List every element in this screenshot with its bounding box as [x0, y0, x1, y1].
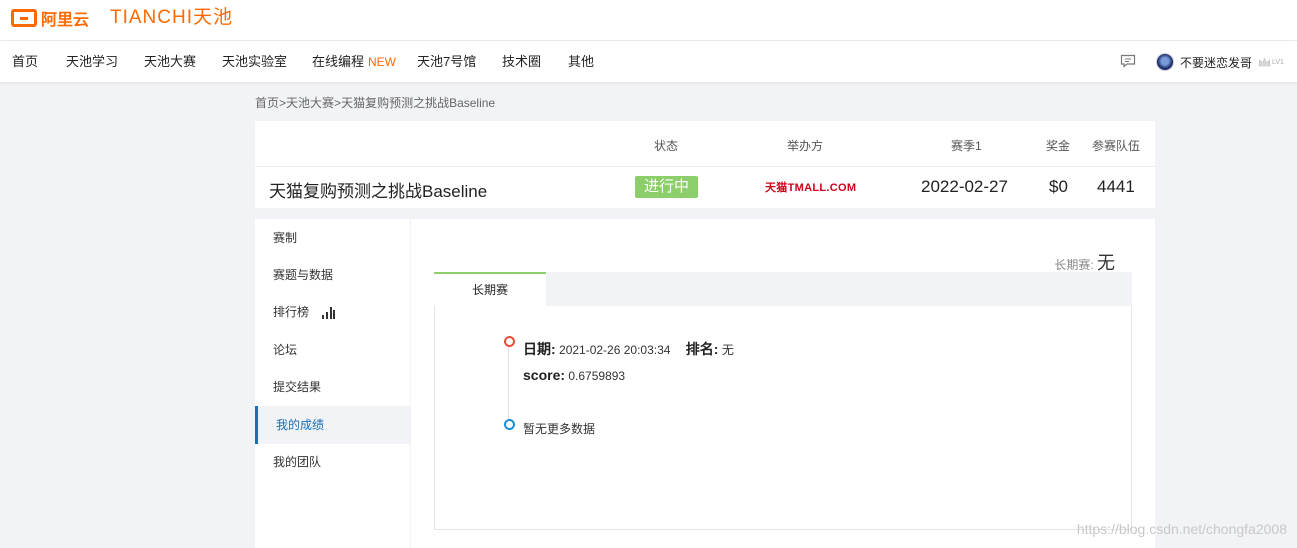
watermark: https://blog.csdn.net/chongfa2008 — [1076, 521, 1287, 537]
nav-item-learning[interactable]: 天池学习 — [66, 41, 118, 82]
sidebar-item-data[interactable]: 赛题与数据 — [255, 256, 410, 294]
crown-icon — [1258, 57, 1271, 67]
header-organizer: 举办方 — [787, 139, 824, 153]
long-term-label: 长期赛: — [1054, 258, 1094, 272]
prize-value: $0 — [1049, 177, 1068, 196]
long-term-value: 无 — [1097, 253, 1115, 273]
timeline-line — [508, 341, 509, 424]
status-badge: 进行中 — [635, 176, 698, 198]
header-status: 状态 — [654, 139, 679, 153]
top-logo-bar: 阿里云 TIANCHI天池 — [0, 0, 1297, 41]
breadcrumb: 首页>天池大赛>天猫复购预测之挑战Baseline — [255, 96, 496, 110]
competition-title: 天猫复购预测之挑战Baseline — [269, 182, 488, 201]
header-prize: 奖金 — [1046, 139, 1071, 153]
breadcrumb-home[interactable]: 首页 — [255, 96, 279, 110]
tabs-strip: 长期赛 — [434, 272, 1132, 306]
nav-item-competitions[interactable]: 天池大赛 — [144, 41, 196, 82]
rank-value: 无 — [721, 343, 734, 357]
breadcrumb-current[interactable]: 天猫复购预测之挑战Baseline — [341, 96, 495, 110]
nav-item-other[interactable]: 其他 — [568, 41, 594, 82]
nav-item-home[interactable]: 首页 — [12, 41, 38, 82]
record-score: score: 0.6759893 — [523, 367, 625, 383]
record-date-rank: 日期: 2021-02-26 20:03:34 排名: 无 — [523, 339, 734, 359]
tianchi-logo[interactable]: TIANCHI天池 — [110, 5, 233, 31]
tab-long-term[interactable]: 长期赛 — [434, 272, 546, 306]
season-date: 2022-02-27 — [921, 177, 1008, 196]
header-season: 赛季1 — [951, 139, 982, 153]
date-value: 2021-02-26 20:03:34 — [559, 343, 671, 357]
nav-item-online-coding-label: 在线编程 — [312, 54, 365, 69]
user-name: 不要迷恋发哥 — [1180, 55, 1253, 70]
competition-card: 状态 举办方 赛季1 奖金 参赛队伍 天猫复购预测之挑战Baseline 进行中… — [255, 121, 1155, 208]
avatar — [1156, 53, 1174, 71]
bar-chart-icon — [322, 306, 336, 319]
aliyun-logo-icon — [11, 9, 37, 27]
score-label: score: — [523, 367, 566, 383]
user-menu[interactable]: 不要迷恋发哥 LV1 — [1156, 52, 1284, 72]
no-more-data: 暂无更多数据 — [523, 422, 596, 436]
timeline-dot-record — [504, 336, 515, 347]
header-teams: 参赛队伍 — [1092, 139, 1141, 153]
aliyun-logo-text: 阿里云 — [41, 12, 90, 29]
teams-count: 4441 — [1097, 177, 1135, 196]
header-divider — [255, 166, 1155, 167]
sidebar-item-leaderboard-label: 排行榜 — [273, 305, 310, 319]
new-badge: NEW — [368, 55, 397, 69]
organizer-logo[interactable]: 天猫TMALL.COM — [765, 179, 856, 195]
nav-item-lab[interactable]: 天池实验室 — [222, 41, 287, 82]
nav-item-online-coding[interactable]: 在线编程 NEW — [312, 41, 396, 82]
level-label: LV1 — [1272, 58, 1284, 66]
main-nav: 首页 天池学习 天池大赛 天池实验室 在线编程 NEW 天池7号馆 技术圈 其他 … — [0, 41, 1297, 82]
date-label: 日期: — [523, 341, 556, 357]
scores-panel: 长期赛: 无 长期赛 日期: 2021-02-26 20:03:34 排名: 无… — [411, 219, 1155, 548]
aliyun-logo[interactable]: 阿里云 — [11, 6, 89, 30]
breadcrumb-competitions[interactable]: 天池大赛 — [286, 96, 334, 110]
nav-item-hall7[interactable]: 天池7号馆 — [417, 41, 476, 82]
sidebar-item-my-team[interactable]: 我的团队 — [255, 443, 410, 481]
timeline-dot-end — [504, 419, 515, 430]
nav-item-tech-circle[interactable]: 技术圈 — [502, 41, 541, 82]
score-value: 0.6759893 — [568, 369, 626, 383]
sidebar-item-my-scores[interactable]: 我的成绩 — [255, 406, 410, 444]
sidebar-item-leaderboard[interactable]: 排行榜 — [255, 293, 410, 331]
sidebar-item-submit[interactable]: 提交结果 — [255, 368, 410, 406]
score-timeline: 日期: 2021-02-26 20:03:34 排名: 无 score: 0.6… — [434, 306, 1132, 530]
sidebar-item-rules[interactable]: 赛制 — [255, 219, 410, 257]
sidebar-item-forum[interactable]: 论坛 — [255, 331, 410, 369]
level-badge: LV1 — [1258, 57, 1284, 67]
rank-label: 排名: — [685, 341, 719, 357]
competition-sidebar: 赛制 赛题与数据 排行榜 论坛 提交结果 我的成绩 我的团队 — [255, 219, 410, 548]
message-icon[interactable] — [1120, 54, 1136, 68]
